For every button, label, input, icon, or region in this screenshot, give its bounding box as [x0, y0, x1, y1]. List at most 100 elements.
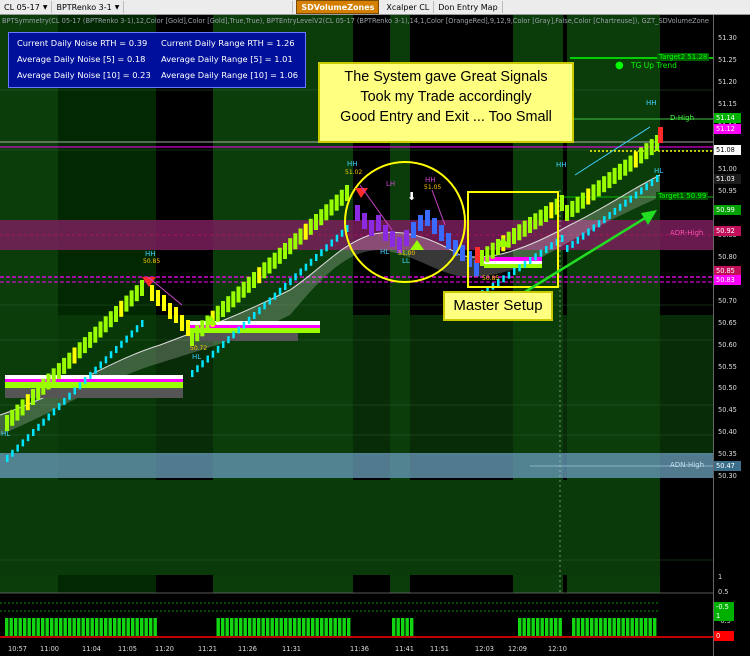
entry-dot	[211, 350, 215, 358]
oscillator-bars	[5, 618, 657, 636]
renko-bar	[114, 306, 118, 322]
instrument-selector[interactable]: CL 05-17 ▼	[0, 1, 53, 13]
time-tick-label: 12:09	[508, 645, 528, 653]
renko-bar	[108, 311, 113, 328]
entry-dot	[115, 346, 118, 353]
entry-dot	[513, 268, 516, 275]
oscillator-bar	[234, 618, 238, 636]
renko-bar	[602, 176, 607, 193]
oscillator-bar	[594, 618, 598, 636]
renko-bar	[25, 394, 30, 411]
renko-bar	[226, 296, 231, 313]
oscillator-bar	[599, 618, 603, 636]
entry-dot	[141, 320, 144, 327]
renko-bar	[98, 321, 103, 338]
oscillator-bar	[230, 618, 234, 636]
time-tick-label: 11:51	[430, 645, 450, 653]
entry-dot	[47, 413, 50, 421]
renko-bar	[460, 245, 465, 261]
oscillator-bar	[126, 618, 130, 636]
entry-dot	[550, 242, 553, 250]
oscillator-badge: 0	[714, 631, 734, 641]
oscillator-bar	[612, 618, 616, 636]
renko-bar	[62, 357, 67, 374]
renko-bar	[319, 209, 324, 226]
oscillator-bar	[50, 618, 54, 636]
oscillator-bar	[572, 618, 576, 636]
time-tick-label: 11:26	[238, 645, 258, 653]
renko-bar	[67, 352, 72, 369]
oscillator-bar	[149, 618, 153, 636]
current-noise-rth: Current Daily Noise RTH = 0.39	[17, 38, 148, 48]
price-axis[interactable]: 51.3051.2551.2051.1551.1051.0551.0050.95…	[713, 15, 750, 656]
price-badge: 50.92	[714, 226, 741, 236]
oscillator-bar	[252, 618, 256, 636]
oscillator-bar	[576, 618, 580, 636]
entry-dot	[576, 236, 580, 244]
level-box	[484, 264, 542, 268]
entry-dot	[201, 360, 204, 368]
oscillator-bar	[617, 618, 621, 636]
entry-dot	[566, 245, 569, 252]
renko-bar	[644, 143, 649, 160]
oscillator-bar	[315, 618, 319, 636]
renko-bar	[283, 243, 287, 259]
hl-label: HL	[192, 353, 202, 361]
renko-bar	[156, 290, 160, 306]
oscillator-bar	[608, 618, 612, 636]
entry-dot	[216, 345, 220, 353]
callout-line: Took my Trade accordingly	[360, 89, 532, 105]
time-tick-label: 12:10	[548, 645, 568, 653]
price-note: 51.02	[345, 169, 363, 176]
oscillator-bar	[81, 618, 85, 636]
hl-label: HL	[1, 430, 11, 438]
oscillator-bar	[54, 618, 58, 636]
price-badge: 51.12	[714, 124, 741, 134]
avg-range-5: Average Daily Range [5] = 1.01	[161, 54, 293, 64]
time-tick-label: 11:04	[82, 645, 102, 653]
oscillator-badge: 1	[714, 611, 734, 621]
time-tick-label: 11:36	[350, 645, 370, 653]
entry-dot	[629, 195, 632, 203]
oscillator-bar	[45, 618, 49, 636]
level-box	[188, 333, 298, 341]
bar-type-selector[interactable]: BPTRenko 3-1 ▼	[52, 1, 125, 13]
avg-noise-10: Average Daily Noise [10] = 0.23	[17, 70, 151, 80]
oscillator-bar	[99, 618, 103, 636]
entry-dot	[120, 340, 123, 348]
renko-bar	[345, 185, 349, 201]
don-entry-map-button[interactable]: Don Entry Map	[434, 1, 503, 13]
entry-dot	[94, 366, 97, 374]
renko-bar	[617, 163, 622, 180]
renko-bar	[129, 290, 134, 307]
entry-dot	[83, 377, 87, 385]
entry-dot	[227, 336, 230, 344]
entry-dot	[330, 239, 333, 247]
signal-callout: The System gave Great Signals Took my Tr…	[318, 62, 574, 143]
hh-label: HH	[145, 250, 156, 258]
oscillator-bar	[297, 618, 301, 636]
oscillator-bar	[135, 618, 139, 636]
price-note: 51.05	[424, 184, 442, 191]
renko-bar	[5, 415, 9, 431]
renko-bar	[490, 242, 495, 259]
renko-bar	[140, 280, 144, 296]
bottom-green-zone	[0, 480, 660, 575]
time-tick-label: 11:20	[155, 645, 175, 653]
entry-dot	[258, 307, 261, 315]
renko-bar	[623, 159, 628, 176]
oscillator-bar	[261, 618, 265, 636]
renko-bar	[339, 189, 344, 206]
renko-bar	[298, 228, 303, 245]
oscillator-bar	[329, 618, 333, 636]
xcalper-button[interactable]: Xcalper CL	[382, 1, 435, 13]
sdvolumezones-button[interactable]: SDVolumeZones	[296, 0, 380, 14]
price-tick-label: 51.15	[718, 99, 737, 108]
oscillator-bar	[144, 618, 148, 636]
oscillator-bar	[302, 618, 306, 636]
toolbar-spacer	[124, 1, 294, 13]
oscillator-bar	[603, 618, 607, 636]
entry-dot	[645, 183, 648, 191]
level-box	[484, 261, 542, 264]
oscillator-bar	[225, 618, 229, 636]
